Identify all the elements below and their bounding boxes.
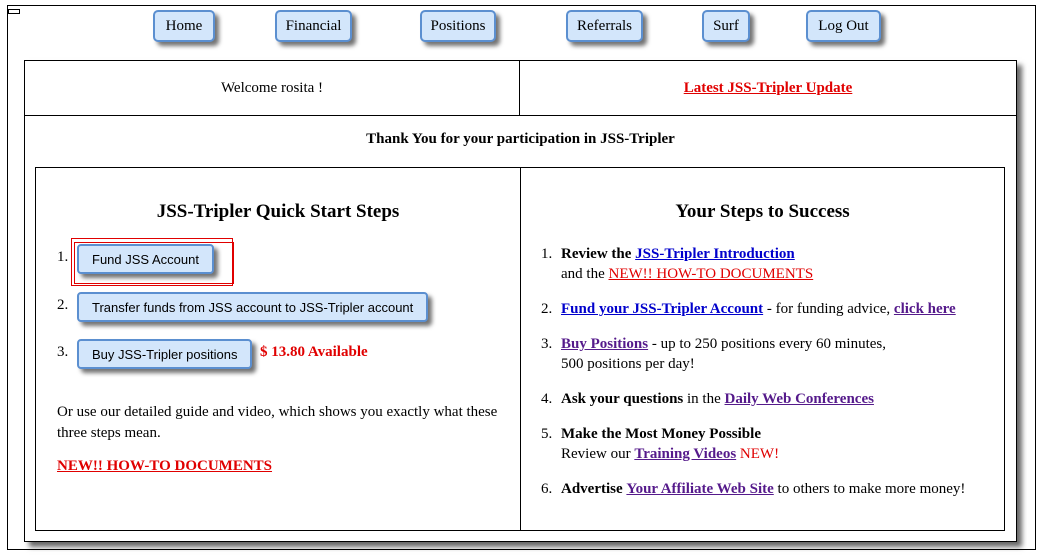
howto-documents-link-right[interactable]: NEW!! HOW-TO DOCUMENTS: [608, 266, 813, 282]
fund-tripler-account-link[interactable]: Fund your JSS-Tripler Account: [561, 301, 763, 317]
nav-surf-button[interactable]: Surf: [702, 10, 750, 42]
available-balance: $ 13.80 Available: [260, 344, 368, 360]
step-number-2: 2.: [57, 297, 69, 313]
success-item-text: Review the: [561, 246, 636, 262]
step-number-3: 3.: [57, 344, 69, 360]
guide-text: Or use our detailed guide and video, whi…: [57, 404, 498, 441]
thank-you-message: Thank You for your participation in JSS-…: [366, 131, 675, 147]
success-item-number: 5.: [541, 426, 553, 442]
tripler-introduction-link[interactable]: JSS-Tripler Introduction: [635, 246, 795, 262]
success-item-text: and the: [561, 266, 609, 282]
nav-referrals-button[interactable]: Referrals: [566, 10, 643, 42]
latest-update-link[interactable]: Latest JSS-Tripler Update: [520, 61, 1016, 115]
nav-positions-button[interactable]: Positions: [420, 10, 496, 42]
success-item-text: Review our: [561, 446, 635, 462]
success-item-number: 6.: [541, 481, 553, 497]
nav-home-button[interactable]: Home: [153, 10, 215, 42]
nav-logout-button[interactable]: Log Out: [806, 10, 881, 42]
content-panel: JSS-Tripler Quick Start Steps 1. Fund JS…: [35, 167, 1005, 531]
new-badge: NEW!: [736, 446, 780, 462]
nav-financial-button[interactable]: Financial: [275, 10, 352, 42]
buy-positions-link[interactable]: Buy Positions: [561, 336, 648, 352]
buy-positions-button[interactable]: Buy JSS-Tripler positions: [77, 339, 253, 369]
welcome-message: Welcome rosita !: [220, 79, 324, 96]
success-item-text: - up to 250 positions every 60 minutes,: [648, 336, 887, 352]
step-number-1: 1.: [57, 249, 69, 265]
success-item-number: 4.: [541, 391, 553, 407]
success-item-text: 500 positions per day!: [561, 356, 695, 372]
transfer-funds-button[interactable]: Transfer funds from JSS account to JSS-T…: [77, 292, 429, 322]
success-steps-title: Your Steps to Success: [675, 201, 850, 222]
fund-jss-account-button[interactable]: Fund JSS Account: [77, 244, 214, 274]
success-item-number: 2.: [541, 301, 553, 317]
success-item-text: in the: [683, 391, 725, 407]
training-videos-link[interactable]: Training Videos: [634, 446, 736, 462]
success-item-number: 3.: [541, 336, 553, 352]
funding-advice-link[interactable]: click here: [894, 301, 956, 317]
success-item-text: Ask your questions: [561, 391, 684, 407]
daily-web-conferences-link[interactable]: Daily Web Conferences: [725, 391, 874, 407]
affiliate-web-site-link[interactable]: Your Affiliate Web Site: [626, 481, 773, 497]
success-item-text: Make the Most Money Possible: [561, 426, 761, 442]
top-navigation: Home Financial Positions Referrals Surf …: [0, 10, 1047, 46]
header-bottom-divider: [25, 115, 1016, 116]
success-item-text: to others to make more money!: [773, 481, 966, 497]
howto-documents-link[interactable]: NEW!! HOW-TO DOCUMENTS: [57, 458, 272, 475]
quick-start-title: JSS-Tripler Quick Start Steps: [156, 201, 400, 222]
success-item-number: 1.: [541, 246, 553, 262]
success-item-text: Advertise: [561, 481, 623, 497]
success-item-text: - for funding advice,: [763, 301, 894, 317]
main-panel: Welcome rosita ! Latest JSS-Tripler Upda…: [24, 60, 1017, 542]
